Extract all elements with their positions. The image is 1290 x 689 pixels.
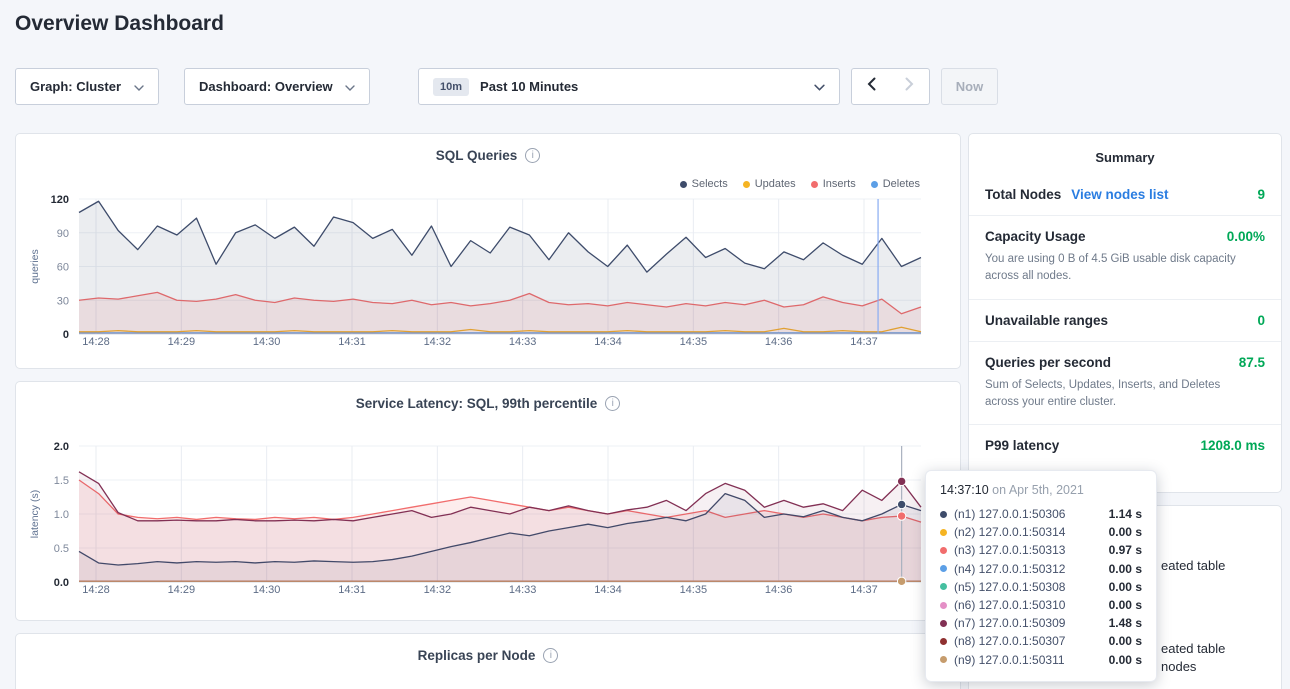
view-nodes-link[interactable]: View nodes list [1071, 187, 1168, 202]
svg-text:14:37: 14:37 [850, 336, 878, 348]
summary-value: 0 [1257, 313, 1265, 328]
replicas-per-node-chart-card: Replicas per Node i [15, 633, 961, 689]
chevron-right-icon [905, 77, 914, 96]
svg-text:14:31: 14:31 [338, 584, 366, 596]
svg-text:14:32: 14:32 [424, 584, 452, 596]
event-item-fragment: eated table [1161, 641, 1225, 656]
time-range-label: Past 10 Minutes [480, 79, 578, 94]
time-prev-button[interactable] [851, 68, 891, 105]
tooltip-node-row: (n3) 127.0.0.1:503130.97 s [940, 541, 1142, 559]
chevron-left-icon [867, 77, 876, 96]
svg-text:14:32: 14:32 [424, 336, 452, 348]
summary-description: You are using 0 B of 4.5 GiB usable disk… [985, 251, 1248, 286]
svg-text:120: 120 [51, 194, 69, 206]
summary-row-unavailable-ranges: Unavailable ranges 0 [969, 299, 1281, 341]
svg-text:14:28: 14:28 [82, 584, 110, 596]
svg-text:1.0: 1.0 [54, 509, 69, 521]
chevron-down-icon [345, 79, 355, 94]
tooltip-node-row: (n5) 127.0.0.1:503080.00 s [940, 578, 1142, 596]
tooltip-node-row: (n6) 127.0.0.1:503100.00 s [940, 596, 1142, 614]
svg-text:14:29: 14:29 [168, 336, 196, 348]
summary-label: Total Nodes [985, 187, 1061, 202]
tooltip-node-row: (n9) 127.0.0.1:503110.00 s [940, 651, 1142, 669]
svg-text:1.5: 1.5 [54, 475, 69, 487]
summary-label: Queries per second [985, 355, 1111, 370]
summary-row-qps: Queries per second 87.5 Sum of Selects, … [969, 341, 1281, 425]
svg-text:14:30: 14:30 [253, 584, 281, 596]
summary-row-p99-latency: P99 latency 1208.0 ms [969, 424, 1281, 466]
svg-text:14:30: 14:30 [253, 336, 281, 348]
svg-text:90: 90 [57, 228, 69, 240]
svg-text:0.5: 0.5 [54, 543, 69, 555]
tooltip-node-row: (n1) 127.0.0.1:503061.14 s [940, 505, 1142, 523]
tooltip-date: on Apr 5th, 2021 [989, 483, 1084, 497]
tooltip-time: 14:37:10 [940, 483, 989, 497]
sql-queries-chart-card: SQL Queries i SelectsUpdatesInsertsDelet… [15, 133, 961, 369]
chevron-down-icon [134, 79, 144, 94]
svg-text:60: 60 [57, 262, 69, 274]
svg-text:14:33: 14:33 [509, 584, 537, 596]
dashboard-dropdown[interactable]: Dashboard: Overview [184, 68, 370, 105]
summary-row-capacity: Capacity Usage 0.00% You are using 0 B o… [969, 215, 1281, 299]
tooltip-node-list: (n1) 127.0.0.1:503061.14 s(n2) 127.0.0.1… [940, 505, 1142, 669]
chart-title-text: Replicas per Node [418, 648, 536, 663]
summary-value: 0.00% [1227, 229, 1265, 244]
svg-text:latency (s): latency (s) [29, 490, 41, 538]
tooltip-timestamp: 14:37:10 on Apr 5th, 2021 [940, 483, 1142, 497]
svg-text:14:36: 14:36 [765, 584, 793, 596]
summary-label: P99 latency [985, 438, 1059, 453]
tooltip-node-row: (n4) 127.0.0.1:503120.00 s [940, 560, 1142, 578]
now-button[interactable]: Now [941, 68, 998, 105]
svg-text:2.0: 2.0 [54, 441, 69, 453]
summary-title: Summary [969, 134, 1281, 174]
dashboard-dropdown-label: Dashboard: Overview [199, 79, 333, 94]
summary-value: 9 [1257, 187, 1265, 202]
svg-text:14:31: 14:31 [338, 336, 366, 348]
graph-dropdown[interactable]: Graph: Cluster [15, 68, 159, 105]
tooltip-node-row: (n2) 127.0.0.1:503140.00 s [940, 523, 1142, 541]
chevron-down-icon [814, 78, 825, 96]
summary-value: 87.5 [1239, 355, 1265, 370]
service-latency-chart-card: Service Latency: SQL, 99th percentile i … [15, 381, 961, 621]
info-icon[interactable]: i [543, 648, 558, 663]
svg-text:0: 0 [63, 329, 69, 341]
overview-dashboard-page: Overview Dashboard Graph: Cluster Dashbo… [0, 0, 1290, 689]
svg-text:0.0: 0.0 [54, 577, 69, 589]
summary-row-total-nodes: Total Nodes View nodes list 9 [969, 174, 1281, 215]
time-range-badge: 10m [433, 78, 469, 96]
service-latency-chart[interactable]: 14:28 14:29 14:30 14:31 14:32 14:33 14:34 14:35… [16, 382, 960, 620]
svg-text:14:34: 14:34 [594, 584, 622, 596]
summary-description: Sum of Selects, Updates, Inserts, and De… [985, 377, 1248, 412]
summary-label: Unavailable ranges [985, 313, 1108, 328]
svg-text:30: 30 [57, 295, 69, 307]
graph-dropdown-label: Graph: Cluster [30, 79, 121, 94]
svg-text:14:37: 14:37 [850, 584, 878, 596]
summary-value: 1208.0 ms [1200, 438, 1265, 453]
svg-text:14:33: 14:33 [509, 336, 537, 348]
sql-queries-chart[interactable]: 14:28 14:29 14:30 14:31 14:32 14:33 14:34 14:35… [16, 134, 960, 368]
summary-label: Capacity Usage [985, 229, 1086, 244]
tooltip-node-row: (n7) 127.0.0.1:503091.48 s [940, 614, 1142, 632]
svg-text:14:29: 14:29 [168, 584, 196, 596]
event-item-fragment: eated table [1161, 558, 1225, 573]
replicas-chart-title: Replicas per Node i [16, 648, 960, 663]
time-range-dropdown[interactable]: 10m Past 10 Minutes [418, 68, 840, 105]
svg-text:14:28: 14:28 [82, 336, 110, 348]
event-item-fragment: nodes [1161, 659, 1196, 674]
svg-text:14:34: 14:34 [594, 336, 622, 348]
chart-tooltip: 14:37:10 on Apr 5th, 2021 (n1) 127.0.0.1… [925, 470, 1157, 682]
svg-text:14:35: 14:35 [680, 584, 708, 596]
svg-text:14:36: 14:36 [765, 336, 793, 348]
summary-panel: Summary Total Nodes View nodes list 9 Ca… [968, 133, 1282, 493]
svg-text:queries: queries [29, 249, 41, 283]
time-next-button[interactable] [890, 68, 930, 105]
page-title: Overview Dashboard [15, 12, 224, 36]
tooltip-node-row: (n8) 127.0.0.1:503070.00 s [940, 632, 1142, 650]
svg-text:14:35: 14:35 [680, 336, 708, 348]
